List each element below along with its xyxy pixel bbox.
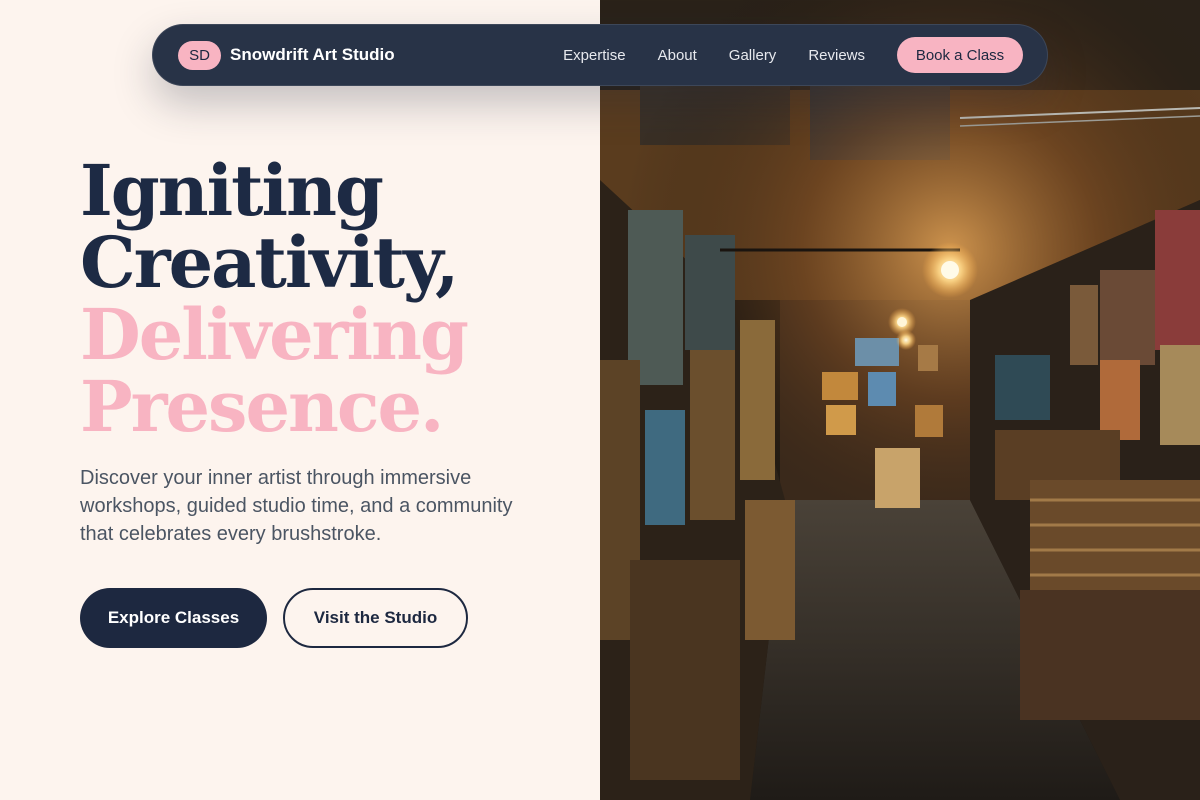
hero-title-line-4: Presence. (80, 365, 444, 448)
nav-link-gallery[interactable]: Gallery (729, 47, 777, 64)
nav-links: Expertise About Gallery Reviews Book a C… (563, 37, 1023, 73)
hero-title-line-1: Igniting (80, 149, 384, 232)
brand-logo[interactable]: SD Snowdrift Art Studio (178, 40, 395, 70)
hero-title-line-3: Delivering (80, 293, 469, 376)
nav-link-reviews[interactable]: Reviews (808, 47, 865, 64)
nav-link-expertise[interactable]: Expertise (563, 47, 626, 64)
studio-photo (600, 0, 1200, 800)
nav-link-about[interactable]: About (658, 47, 697, 64)
book-a-class-button[interactable]: Book a Class (897, 37, 1023, 73)
explore-classes-button[interactable]: Explore Classes (80, 588, 267, 648)
visit-the-studio-button[interactable]: Visit the Studio (283, 588, 468, 648)
hero-title-line-2: Creativity, (80, 221, 459, 304)
top-navbar: SD Snowdrift Art Studio Expertise About … (152, 24, 1048, 86)
brand-badge: SD (178, 40, 221, 70)
hero-title: Igniting Creativity, Delivering Presence… (80, 149, 469, 448)
art-studio-hallway-image (600, 0, 1200, 800)
brand-name: Snowdrift Art Studio (230, 45, 395, 64)
hero-subtitle: Discover your inner artist through immer… (80, 467, 513, 545)
